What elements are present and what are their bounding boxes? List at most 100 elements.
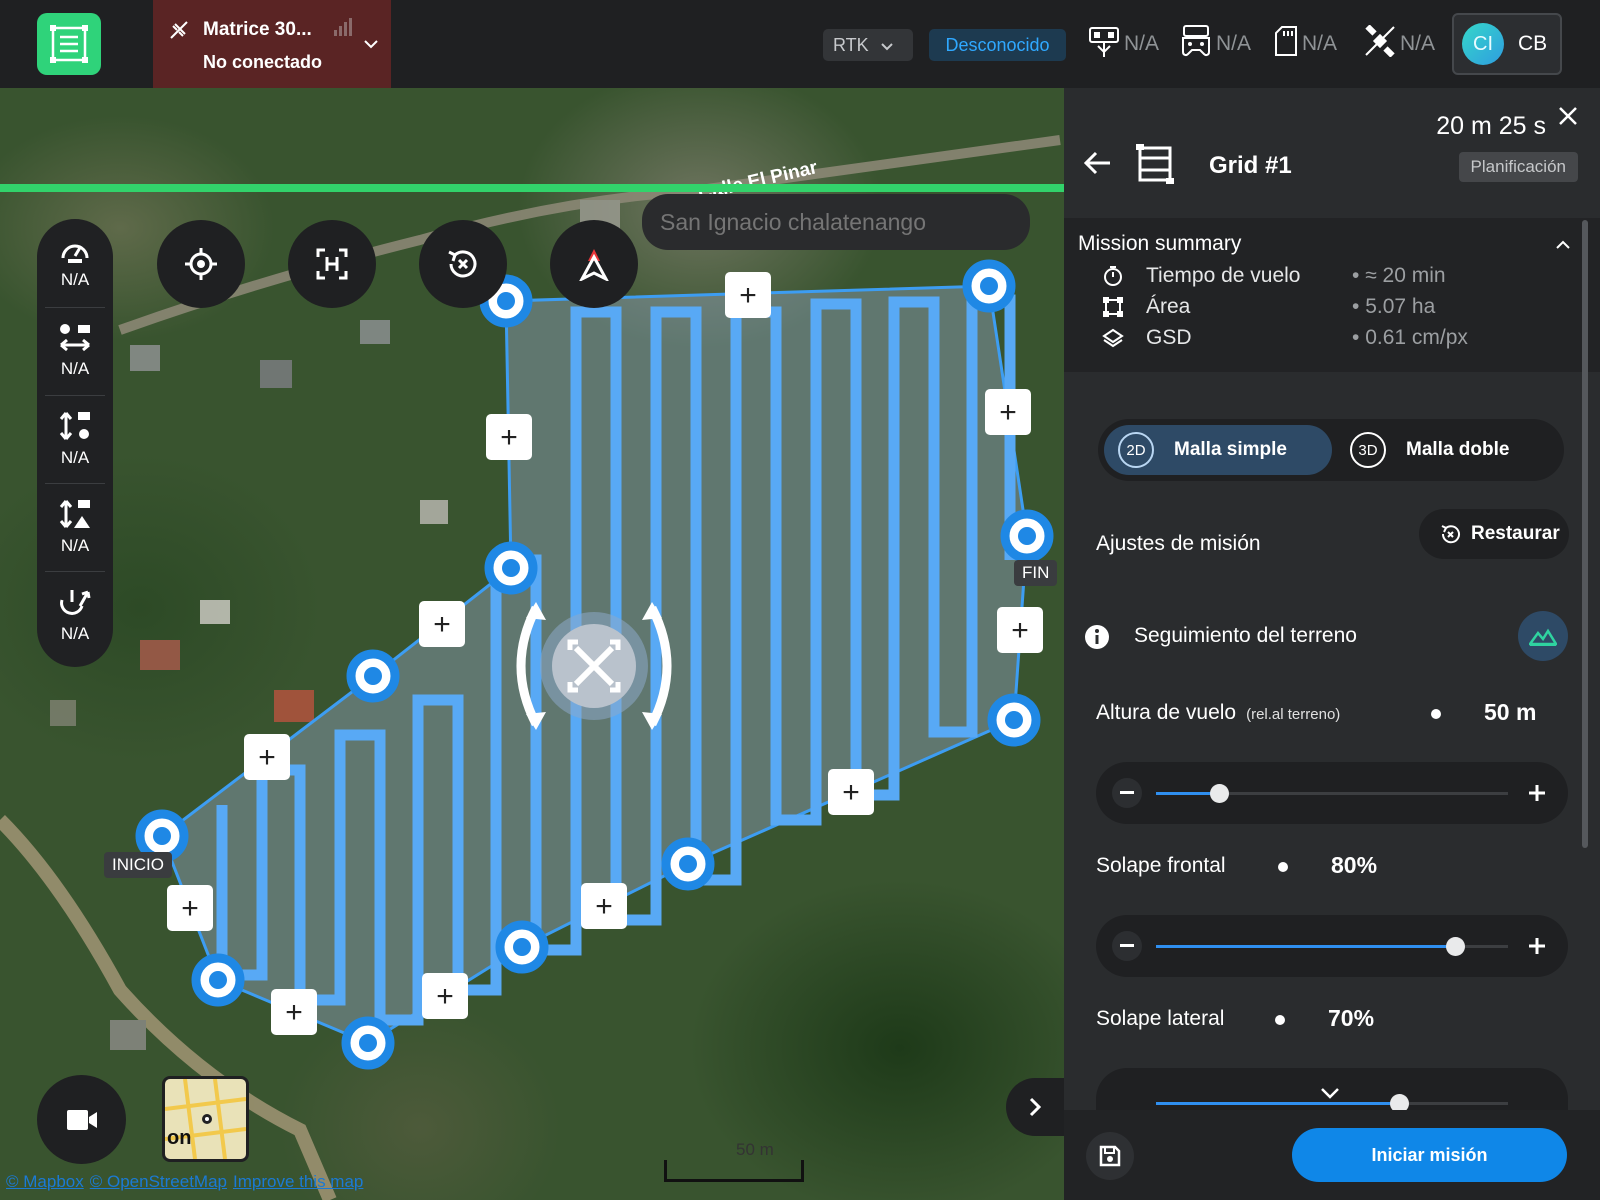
- front-overlap-slider-thumb[interactable]: [1446, 937, 1466, 956]
- side-overlap-label: Solape lateral: [1096, 1007, 1225, 1030]
- map-credits: © Mapbox © OpenStreetMap Improve this ma…: [6, 1172, 363, 1192]
- phase-badge: Planificación: [1458, 152, 1578, 182]
- svg-text:+: +: [436, 980, 454, 1013]
- scale-label: 50 m: [736, 1140, 774, 1159]
- summary-value: • ≈ 20 min: [1352, 264, 1446, 287]
- altitude-slider: [1096, 762, 1568, 824]
- video-camera-icon: [66, 1109, 97, 1130]
- arrow-left-icon: [1083, 151, 1110, 175]
- chevron-up-icon[interactable]: [1556, 236, 1570, 254]
- gamepad-icon: [1180, 24, 1212, 64]
- compass-icon: [579, 249, 609, 281]
- chevron-right-icon: [1029, 1097, 1041, 1117]
- reset-icon: [448, 250, 477, 278]
- rtk-label: RTK: [833, 34, 869, 55]
- summary-value: • 5.07 ha: [1352, 295, 1436, 318]
- summary-label: Tiempo de vuelo: [1146, 264, 1301, 287]
- upload-progress-fill: [0, 184, 1064, 192]
- user-menu-button[interactable]: CI CB: [1452, 13, 1562, 75]
- plus-icon: [1529, 785, 1545, 801]
- info-icon[interactable]: [1084, 624, 1110, 655]
- panel-scrollbar[interactable]: [1582, 220, 1588, 848]
- search-input[interactable]: [642, 194, 1030, 250]
- grid-mode-label: Malla simple: [1174, 439, 1287, 460]
- locate-me-button[interactable]: [157, 220, 245, 308]
- vertical-distance-icon: [59, 411, 90, 440]
- altitude-decrease-button[interactable]: [1112, 778, 1142, 808]
- app-logo-icon[interactable]: [37, 13, 101, 75]
- layers-icon: [1102, 327, 1124, 354]
- altitude-icon: [59, 499, 90, 528]
- mission-panel: 20 m 25 s Planificación Grid #1 Mission …: [1064, 88, 1600, 1200]
- close-button[interactable]: [1554, 102, 1582, 130]
- sd-card-icon: [1274, 25, 1298, 63]
- reset-map-button[interactable]: [419, 220, 507, 308]
- satellite-icon: [1364, 24, 1396, 63]
- chevron-down-icon[interactable]: [1320, 1086, 1340, 1104]
- svg-text:+: +: [999, 396, 1017, 429]
- improve-map-link[interactable]: Improve this map: [233, 1172, 363, 1192]
- side-overlap-slider-thumb[interactable]: [1389, 1094, 1409, 1110]
- altitude-sublabel: (rel.al terreno): [1246, 706, 1341, 723]
- minus-icon: [1120, 791, 1134, 794]
- grid-mission-icon: [1136, 144, 1174, 189]
- altitude-increase-button[interactable]: [1522, 778, 1552, 808]
- svg-text:+: +: [1011, 614, 1029, 647]
- map-view[interactable]: + + + + + + + + + + + Calle El Pinar San…: [0, 88, 1064, 1200]
- rtk-dropdown[interactable]: RTK: [823, 29, 913, 61]
- grid-mode-label: Malla doble: [1406, 439, 1510, 460]
- front-overlap-value: 80%: [1331, 852, 1378, 878]
- vertical-distance-indicator: N/A: [37, 395, 113, 482]
- upload-progress-bar: [0, 184, 1064, 192]
- altitude-slider-thumb[interactable]: [1210, 784, 1230, 803]
- reset-settings-button[interactable]: Restaurar: [1419, 509, 1569, 559]
- satellite-stat: N/A: [1364, 24, 1435, 63]
- terrain-follow-toggle[interactable]: [1518, 611, 1568, 661]
- horizontal-distance-indicator: N/A: [37, 307, 113, 394]
- fit-bounds-button[interactable]: [288, 220, 376, 308]
- telemetry-toolbar: N/A N/A N/A N/A N/A: [37, 219, 113, 667]
- scale-bar: [664, 1160, 804, 1182]
- compass-button[interactable]: [550, 220, 638, 308]
- front-overlap-increase-button[interactable]: [1522, 931, 1552, 961]
- camera-button[interactable]: [37, 1075, 126, 1164]
- device-selector[interactable]: Matrice 30... No conectado: [153, 0, 391, 88]
- save-button[interactable]: [1086, 1132, 1134, 1180]
- mapbox-credit-link[interactable]: © Mapbox: [6, 1172, 84, 1192]
- crosshair-icon: [185, 248, 217, 280]
- grid-mode-badge: 3D: [1350, 432, 1386, 468]
- grid-mode-double[interactable]: 3D Malla doble: [1336, 425, 1558, 475]
- grid-mode-simple[interactable]: 2D Malla simple: [1104, 425, 1332, 475]
- altitude-indicator: N/A: [37, 483, 113, 570]
- svg-text:+: +: [500, 421, 518, 454]
- grid-mode-badge: 2D: [1118, 432, 1154, 468]
- device-status: No conectado: [203, 52, 323, 72]
- mission-summary: Mission summary Tiempo de vuelo • ≈ 20 m…: [1064, 218, 1600, 372]
- osm-credit-link[interactable]: © OpenStreetMap: [90, 1172, 227, 1192]
- area-icon: [1102, 296, 1124, 323]
- no-connection-icon: [167, 18, 191, 47]
- start-mission-button[interactable]: Iniciar misión: [1292, 1128, 1567, 1182]
- summary-value: • 0.61 cm/px: [1352, 326, 1468, 349]
- back-button[interactable]: [1082, 148, 1116, 182]
- minimap-thumbnail[interactable]: on: [162, 1076, 249, 1162]
- svg-text:+: +: [595, 890, 613, 923]
- timer-icon: [1102, 265, 1124, 292]
- return-home-indicator: N/A: [37, 571, 113, 658]
- side-overlap-value: 70%: [1328, 1005, 1375, 1031]
- front-overlap-decrease-button[interactable]: [1112, 931, 1142, 961]
- sd-card-stat: N/A: [1274, 26, 1337, 62]
- front-overlap-slider-track[interactable]: [1156, 937, 1508, 956]
- front-overlap-slider-fill: [1156, 945, 1456, 948]
- svg-text:+: +: [258, 741, 276, 774]
- altitude-value: 50 m: [1484, 699, 1537, 725]
- drone-remote-value: N/A: [1124, 32, 1160, 55]
- svg-text:+: +: [842, 776, 860, 809]
- side-overlap-dot: [1275, 1015, 1285, 1025]
- user-initials: CB: [1518, 32, 1548, 55]
- side-overlap-slider-fill: [1156, 1102, 1399, 1105]
- altitude-slider-track[interactable]: [1156, 784, 1508, 803]
- speed-indicator: N/A: [37, 219, 113, 306]
- expand-panel-button[interactable]: [1006, 1078, 1064, 1136]
- vertical-distance-value: N/A: [60, 447, 90, 467]
